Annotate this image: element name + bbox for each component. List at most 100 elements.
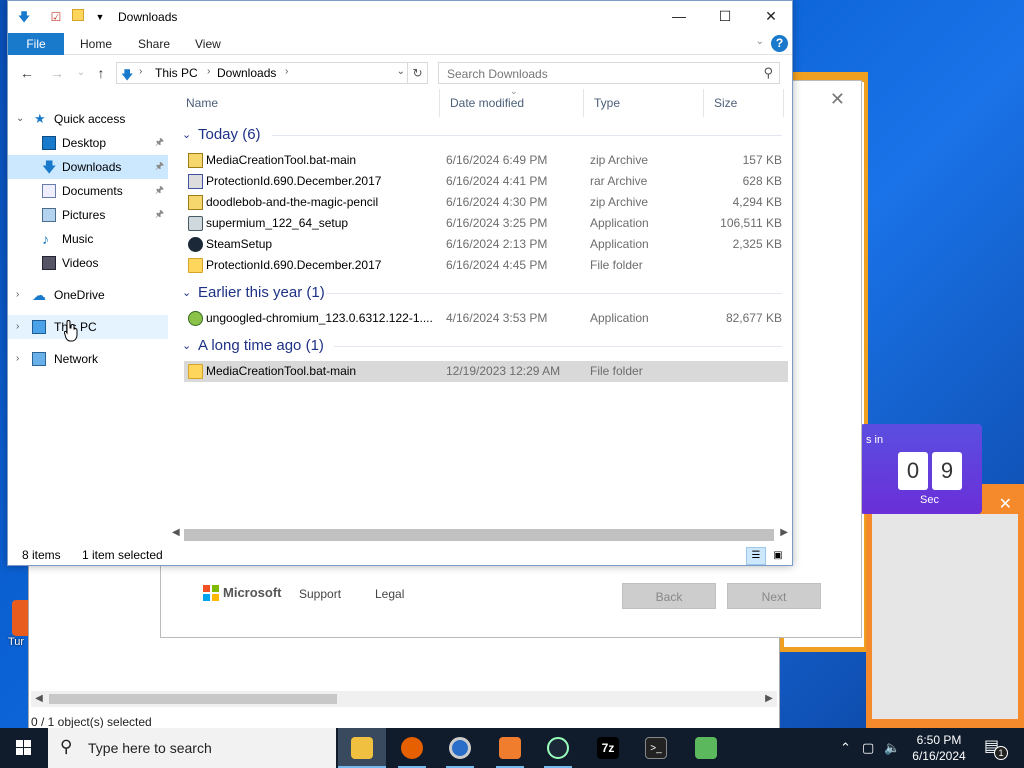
file-row[interactable]: supermium_122_64_setup 6/16/2024 3:25 PM… <box>184 213 788 234</box>
file-row[interactable]: SteamSetup 6/16/2024 2:13 PM Application… <box>184 234 788 255</box>
file-row[interactable]: MediaCreationTool.bat-main 6/16/2024 6:4… <box>184 150 788 171</box>
taskbar-7zip[interactable]: 7z <box>584 728 632 768</box>
chevron-right-icon[interactable]: › <box>285 66 288 77</box>
tab-view[interactable]: View <box>183 33 233 55</box>
scroll-left-icon[interactable]: ◀ <box>31 691 47 707</box>
scroll-left-icon[interactable]: ◀ <box>172 527 180 538</box>
pin-icon[interactable]: 🖈 <box>155 155 164 179</box>
details-view-icon[interactable]: ☰ <box>746 547 766 565</box>
start-button[interactable] <box>0 728 48 768</box>
file-date: 6/16/2024 3:25 PM <box>446 216 548 230</box>
nav-pictures[interactable]: Pictures 🖈 <box>8 203 168 227</box>
nav-videos[interactable]: Videos <box>8 251 168 275</box>
customize-qat-icon[interactable]: ▼ <box>92 9 108 25</box>
pin-icon[interactable]: 🖈 <box>155 179 164 203</box>
scroll-right-icon[interactable]: ▶ <box>761 691 777 707</box>
file-row[interactable]: ProtectionId.690.December.2017 6/16/2024… <box>184 171 788 192</box>
properties-icon[interactable]: ☑ <box>48 9 64 25</box>
pin-icon[interactable]: 🖈 <box>155 203 164 227</box>
forward-arrow-icon[interactable]: → <box>46 63 68 83</box>
taskbar-notepad[interactable] <box>682 728 730 768</box>
file-explorer-window[interactable]: 🡇 ☑ ▼ Downloads — ☐ ✕ File Home Share Vi… <box>7 0 793 566</box>
orange-popup[interactable]: ✕ <box>866 484 1024 728</box>
column-header-name[interactable]: Name <box>176 89 440 117</box>
chevron-down-icon[interactable]: ⌄ <box>182 335 191 357</box>
chevron-right-icon[interactable]: › <box>207 66 210 77</box>
chevron-down-icon[interactable]: ⌄ <box>182 282 191 304</box>
chevron-down-icon[interactable]: ⌄ <box>16 107 24 131</box>
taskbar-file-explorer[interactable] <box>338 728 386 768</box>
help-icon[interactable]: ? <box>771 35 788 52</box>
search-icon: ⚲ <box>60 737 73 756</box>
taskbar-terminal[interactable]: >_ <box>632 728 680 768</box>
nav-label: Downloads <box>62 160 122 174</box>
large-icons-view-icon[interactable]: ▣ <box>768 547 788 565</box>
scrollbar-thumb[interactable] <box>184 529 774 541</box>
chevron-down-icon[interactable]: ⌄ <box>397 66 405 77</box>
group-header-earlier-this-year[interactable]: ⌄ Earlier this year (1) <box>176 282 788 304</box>
tab-share[interactable]: Share <box>126 33 182 55</box>
horizontal-scrollbar[interactable]: ◀ ▶ <box>31 691 777 707</box>
scrollbar-thumb[interactable] <box>49 694 337 704</box>
nav-this-pc[interactable]: › This PC <box>8 315 168 339</box>
chevron-down-icon[interactable]: ⌄ <box>182 124 191 146</box>
nav-documents[interactable]: Documents 🖈 <box>8 179 168 203</box>
up-arrow-icon[interactable]: ↑ <box>90 63 112 83</box>
taskbar-steam[interactable] <box>534 728 582 768</box>
taskbar-app[interactable] <box>486 728 534 768</box>
file-row[interactable]: MediaCreationTool.bat-main 12/19/2023 12… <box>184 361 788 382</box>
nav-desktop[interactable]: Desktop 🖈 <box>8 131 168 155</box>
chevron-right-icon[interactable]: › <box>16 347 19 371</box>
recent-locations-icon[interactable]: ⌄ <box>70 63 92 83</box>
nav-network[interactable]: › Network <box>8 347 168 371</box>
tab-file[interactable]: File <box>8 33 64 55</box>
network-icon[interactable]: ▢ <box>862 740 874 756</box>
maximize-icon[interactable]: ☐ <box>702 1 748 31</box>
group-divider <box>272 135 782 136</box>
breadcrumb-this-pc[interactable]: This PC <box>155 66 198 80</box>
new-folder-icon[interactable] <box>70 9 86 25</box>
support-link[interactable]: Support <box>299 587 341 601</box>
minimize-icon[interactable]: — <box>656 1 702 31</box>
horizontal-scrollbar[interactable]: ◀ ▶ <box>170 527 790 543</box>
nav-downloads[interactable]: 🡇 Downloads 🖈 <box>8 155 168 179</box>
volume-muted-icon[interactable]: 🔈 <box>884 740 900 756</box>
nav-onedrive[interactable]: › ☁ OneDrive <box>8 283 168 307</box>
next-button[interactable]: Next <box>727 583 821 609</box>
pin-icon[interactable]: 🖈 <box>155 131 164 155</box>
search-input[interactable]: Search Downloads ⚲ <box>438 62 780 84</box>
chevron-right-icon[interactable]: › <box>16 315 19 339</box>
file-row[interactable]: ungoogled-chromium_123.0.6312.122-1.... … <box>184 308 788 329</box>
back-button[interactable]: Back <box>622 583 716 609</box>
scroll-right-icon[interactable]: ▶ <box>780 527 788 538</box>
file-row[interactable]: ProtectionId.690.December.2017 6/16/2024… <box>184 255 788 276</box>
notification-center-icon[interactable]: ▤ 1 <box>984 736 1008 760</box>
refresh-icon[interactable]: ↻ <box>407 63 427 83</box>
system-clock[interactable]: 6:50 PM 6/16/2024 <box>904 732 974 764</box>
close-icon[interactable]: ✕ <box>999 494 1012 514</box>
taskbar-chrome[interactable] <box>436 728 484 768</box>
legal-link[interactable]: Legal <box>375 587 404 601</box>
nav-music[interactable]: ♪ Music <box>8 227 168 251</box>
close-icon[interactable]: ✕ <box>830 89 845 110</box>
nav-quick-access[interactable]: ⌄ ★ Quick access <box>8 107 168 131</box>
show-hidden-icons-icon[interactable]: ⌃ <box>840 740 851 756</box>
close-icon[interactable]: ✕ <box>748 1 794 31</box>
column-header-size[interactable]: Size <box>704 89 784 117</box>
back-arrow-icon[interactable]: ← <box>16 63 38 83</box>
item-count: 8 items <box>22 548 61 562</box>
folder-icon <box>188 258 203 273</box>
chevron-right-icon[interactable]: › <box>139 66 142 77</box>
group-header-long-time-ago[interactable]: ⌄ A long time ago (1) <box>176 335 788 357</box>
chevron-right-icon[interactable]: › <box>16 283 19 307</box>
address-bar[interactable]: 🡇 › This PC › Downloads › ⌄ ↻ <box>116 62 428 84</box>
expand-ribbon-icon[interactable]: ⌄ <box>756 36 764 47</box>
title-bar[interactable]: 🡇 ☑ ▼ Downloads — ☐ ✕ <box>8 1 792 33</box>
file-row[interactable]: doodlebob-and-the-magic-pencil 6/16/2024… <box>184 192 788 213</box>
taskbar-search[interactable]: ⚲ Type here to search <box>48 728 336 768</box>
group-header-today[interactable]: ⌄ Today (6) <box>176 124 788 146</box>
column-header-type[interactable]: Type <box>584 89 704 117</box>
breadcrumb-downloads[interactable]: Downloads <box>217 66 276 80</box>
taskbar-firefox[interactable] <box>388 728 436 768</box>
tab-home[interactable]: Home <box>68 33 124 55</box>
